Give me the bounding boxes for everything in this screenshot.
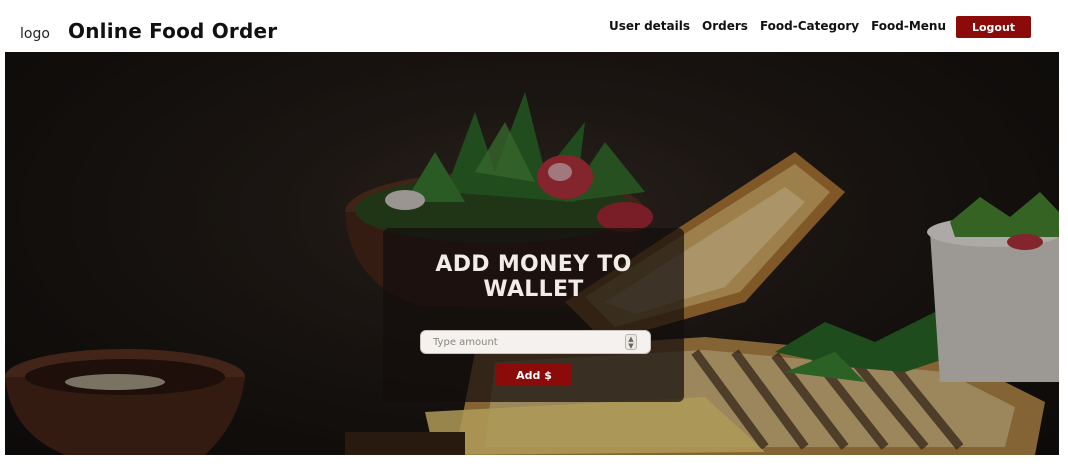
add-money-button[interactable]: Add $ — [496, 364, 572, 386]
hero-banner: ADD MONEY TO WALLET ▲▼ Add $ — [5, 52, 1059, 455]
nav-link-user-details[interactable]: User details — [609, 19, 690, 33]
top-navbar: logo Online Food Order User details Orde… — [0, 0, 1068, 52]
logo[interactable]: logo — [20, 26, 50, 42]
add-money-card: ADD MONEY TO WALLET ▲▼ Add $ — [383, 228, 684, 402]
nav-link-food-category[interactable]: Food-Category — [760, 19, 859, 33]
number-stepper-icon[interactable]: ▲ ▼ — [625, 334, 637, 350]
add-money-title: ADD MONEY TO WALLET — [383, 252, 684, 302]
nav-links: User details Orders Food-Category Food-M… — [609, 19, 946, 33]
amount-input[interactable] — [420, 330, 651, 354]
title-line-1: ADD MONEY TO — [435, 252, 632, 277]
site-title[interactable]: Online Food Order — [68, 19, 277, 43]
nav-link-food-menu[interactable]: Food-Menu — [871, 19, 946, 33]
nav-link-orders[interactable]: Orders — [702, 19, 748, 33]
title-line-2: WALLET — [483, 277, 584, 302]
logout-button[interactable]: Logout — [956, 16, 1031, 38]
